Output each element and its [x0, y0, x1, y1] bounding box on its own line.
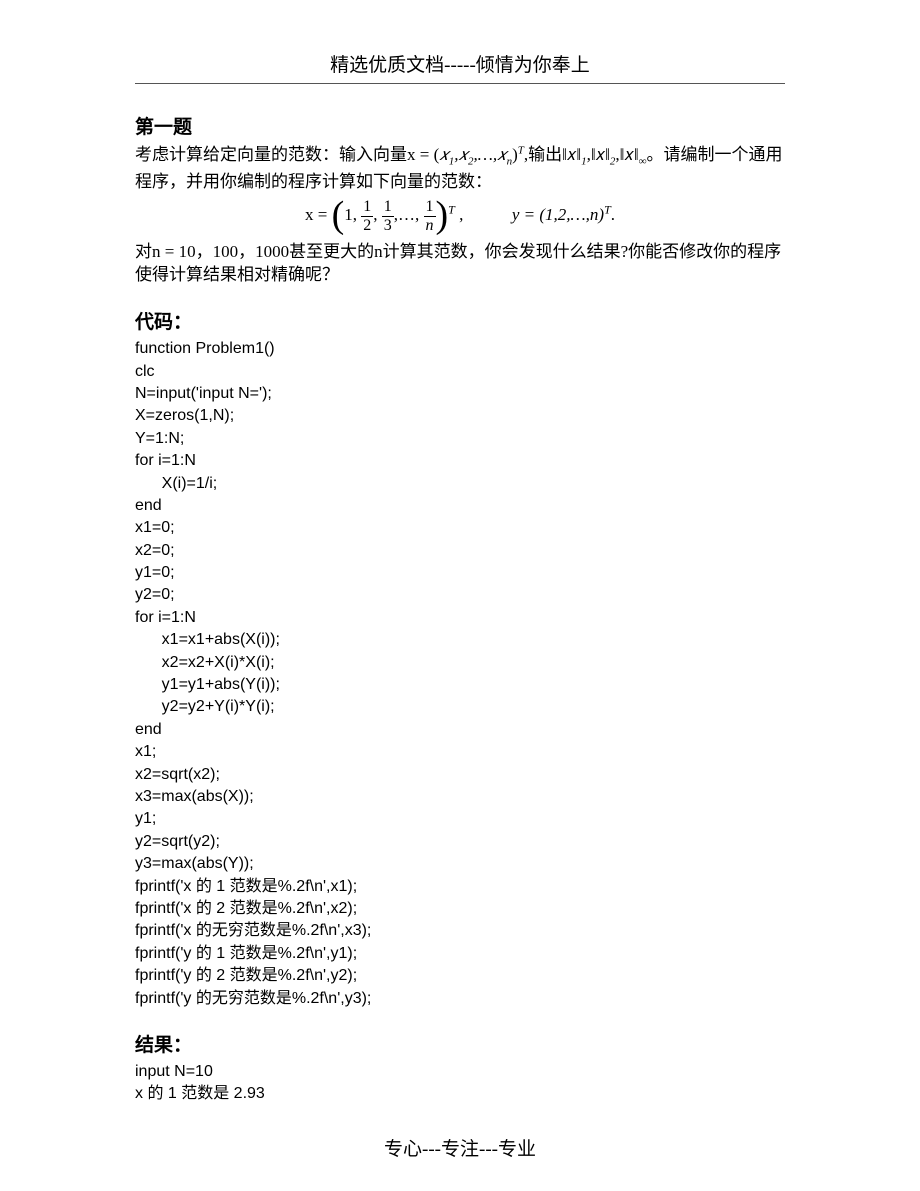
code-heading: 代码：	[135, 307, 785, 334]
problem-statement-1: 考虑计算给定向量的范数：输入向量x = (𝑥1,𝑥2,…,𝑥n)T,输出‖𝑥‖1…	[135, 143, 785, 194]
section-title-1: 第一题	[135, 112, 785, 139]
page-header: 精选优质文档-----倾情为你奉上	[135, 50, 785, 84]
text: ,‖𝑥‖	[615, 145, 638, 164]
formula-x: x = (1, 12, 13,…, 1n)T ,	[305, 205, 468, 224]
result-heading: 结果：	[135, 1030, 785, 1057]
text: ,输出‖𝑥‖	[524, 145, 581, 164]
text: ,‖𝑥‖	[587, 145, 610, 164]
text: 考虑计算给定向量的范数：输入向量x = (	[135, 145, 439, 164]
result-block: input N=10 x 的 1 范数是 2.93	[135, 1061, 785, 1106]
page-footer: 专心---专注---专业	[0, 1134, 920, 1161]
formula-block: x = (1, 12, 13,…, 1n)T , y = (1,2,…,n)T.	[135, 198, 785, 236]
formula-y: y = (1,2,…,n)T.	[512, 205, 615, 224]
problem-statement-2: 对n = 10，100，1000甚至更大的n计算其范数，你会发现什么结果?你能否…	[135, 240, 785, 288]
code-block: function Problem1() clc N=input('input N…	[135, 338, 785, 1010]
document-page: 精选优质文档-----倾情为你奉上 第一题 考虑计算给定向量的范数：输入向量x …	[0, 0, 920, 1191]
